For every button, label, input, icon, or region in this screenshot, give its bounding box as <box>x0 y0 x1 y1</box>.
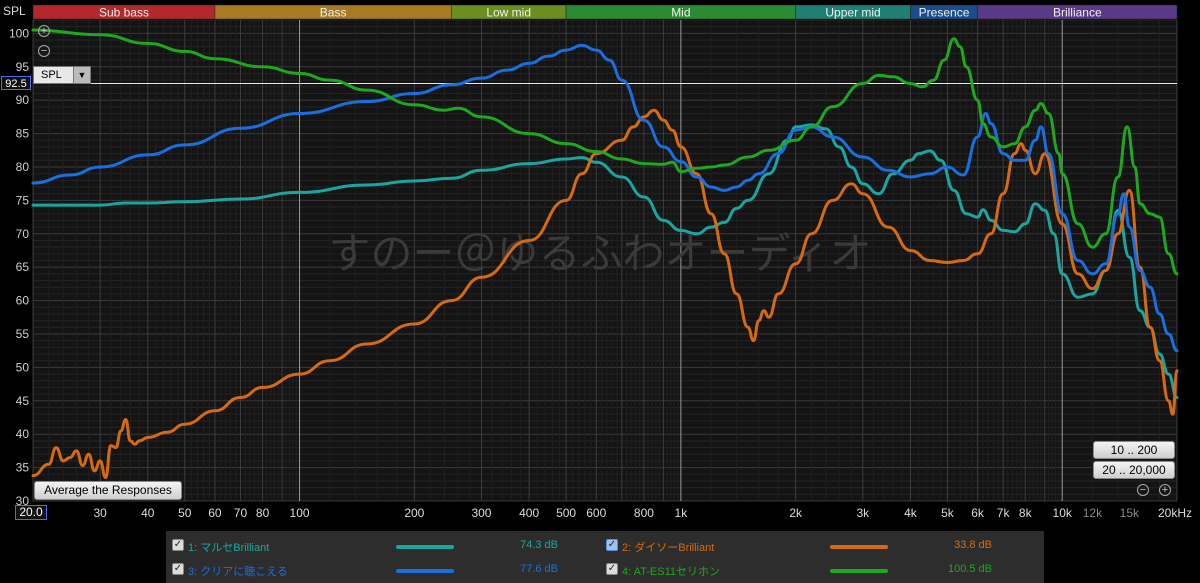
x-tick-label: 15k <box>1120 506 1140 520</box>
y-tick-label: 70 <box>16 227 30 241</box>
range-20-20000-button[interactable]: 20 .. 20,000 <box>1093 461 1175 479</box>
x-tick-label: 1k <box>675 506 689 520</box>
average-responses-button[interactable]: Average the Responses <box>34 481 182 500</box>
legend-swatch <box>396 545 454 549</box>
y-tick-label: 85 <box>16 127 30 141</box>
spl-dropdown[interactable]: SPL ▼ <box>33 66 91 84</box>
legend-checkbox[interactable]: ✓ <box>172 539 184 551</box>
legend-checkbox[interactable]: ✓ <box>606 563 618 575</box>
x-tick-label: 10k <box>1053 506 1073 520</box>
y-tick-label: 55 <box>16 327 30 341</box>
x-tick-label: 400 <box>519 506 539 520</box>
x-tick-label: 20kHz <box>1158 506 1192 520</box>
y-tick-label: 60 <box>16 294 30 308</box>
band-label: Sub bass <box>99 6 149 20</box>
legend-value: 77.6 dB <box>520 563 558 575</box>
x-tick-label: 70 <box>234 506 248 520</box>
legend-value: 100.5 dB <box>947 563 992 575</box>
legend-label: 2: ダイソーBrilliant <box>622 542 715 554</box>
legend-item[interactable]: ✓ 2: ダイソーBrilliant 33.8 dB <box>604 535 1044 559</box>
band-label: Mid <box>671 6 690 20</box>
legend-item[interactable]: ✓ 4: AT-ES11セリホン 100.5 dB <box>604 559 1044 583</box>
x-tick-label: 4k <box>904 506 918 520</box>
zoom-in-x-icon[interactable]: + <box>1159 484 1171 496</box>
x-tick-label: 3k <box>856 506 870 520</box>
x-tick-label: 50 <box>178 506 192 520</box>
y-tick-label: 95 <box>16 60 30 74</box>
x-axis-ticks: 30 40 50 60 70 80 100 200 300 400 500 600 800 1k 2k 3k 4… <box>93 506 1192 520</box>
x-tick-label: 600 <box>586 506 606 520</box>
legend-label: 1: マルセBrilliant <box>188 542 270 554</box>
legend-label: 3: クリアに聴こえる <box>188 566 288 578</box>
x-cursor-readout: 20.0 <box>15 505 47 520</box>
x-tick-label: 12k <box>1083 506 1103 520</box>
x-tick-label: 200 <box>404 506 424 520</box>
x-tick-label: 300 <box>471 506 491 520</box>
y-tick-label: 100 <box>9 26 29 40</box>
frequency-response-chart[interactable]: Sub bass Bass Low mid Mid Upper mid Presence B… <box>0 0 1200 531</box>
y-cursor-readout: 92.5 <box>1 76 31 91</box>
band-label: Brilliance <box>1053 6 1102 20</box>
x-tick-label: 5k <box>941 506 955 520</box>
legend-swatch <box>830 569 888 573</box>
y-tick-label: 65 <box>16 260 30 274</box>
band-label: Upper mid <box>825 6 880 20</box>
band-label: Low mid <box>486 6 531 20</box>
x-tick-label: 60 <box>208 506 222 520</box>
y-tick-label: 35 <box>16 461 30 475</box>
y-axis-label: SPL <box>3 4 26 18</box>
y-tick-label: 40 <box>16 427 30 441</box>
y-tick-label: 75 <box>16 193 30 207</box>
range-10-200-button[interactable]: 10 .. 200 <box>1093 441 1175 459</box>
x-tick-label: 8k <box>1019 506 1033 520</box>
y-tick-label: 90 <box>16 93 30 107</box>
x-tick-label: 7k <box>997 506 1011 520</box>
legend-label: 4: AT-ES11セリホン <box>622 566 721 578</box>
x-tick-label: 40 <box>141 506 155 520</box>
band-label: Presence <box>919 6 970 20</box>
y-tick-label: 80 <box>16 160 30 174</box>
x-tick-label: 100 <box>290 506 310 520</box>
band-label: Bass <box>320 6 347 20</box>
legend-value: 33.8 dB <box>954 539 992 551</box>
zoom-out-icon[interactable]: − <box>38 45 50 57</box>
x-tick-label: 6k <box>971 506 985 520</box>
legend-item[interactable]: ✓ 1: マルセBrilliant 74.3 dB <box>166 535 606 559</box>
legend-item[interactable]: ✓ 3: クリアに聴こえる 77.6 dB <box>166 559 606 583</box>
x-tick-label: 500 <box>556 506 576 520</box>
chevron-down-icon: ▼ <box>73 67 90 83</box>
frequency-bands: Sub bass Bass Low mid Mid Upper mid Presence B… <box>32 4 1178 20</box>
x-tick-label: 800 <box>634 506 654 520</box>
y-tick-label: 50 <box>16 360 30 374</box>
legend-swatch <box>396 569 454 573</box>
legend-swatch <box>830 545 888 549</box>
y-tick-label: 45 <box>16 394 30 408</box>
legend-checkbox[interactable]: ✓ <box>606 539 618 551</box>
x-tick-label: 80 <box>256 506 270 520</box>
x-tick-label: 30 <box>93 506 107 520</box>
legend-checkbox[interactable]: ✓ <box>172 563 184 575</box>
legend-value: 74.3 dB <box>520 539 558 551</box>
zoom-out-x-icon[interactable]: − <box>1137 484 1149 496</box>
legend: ✓ 1: マルセBrilliant 74.3 dB ✓ 2: ダイソーBrill… <box>166 531 1044 583</box>
x-tick-label: 2k <box>789 506 803 520</box>
spl-dropdown-value: SPL <box>41 69 62 81</box>
zoom-in-icon[interactable]: + <box>38 25 50 37</box>
